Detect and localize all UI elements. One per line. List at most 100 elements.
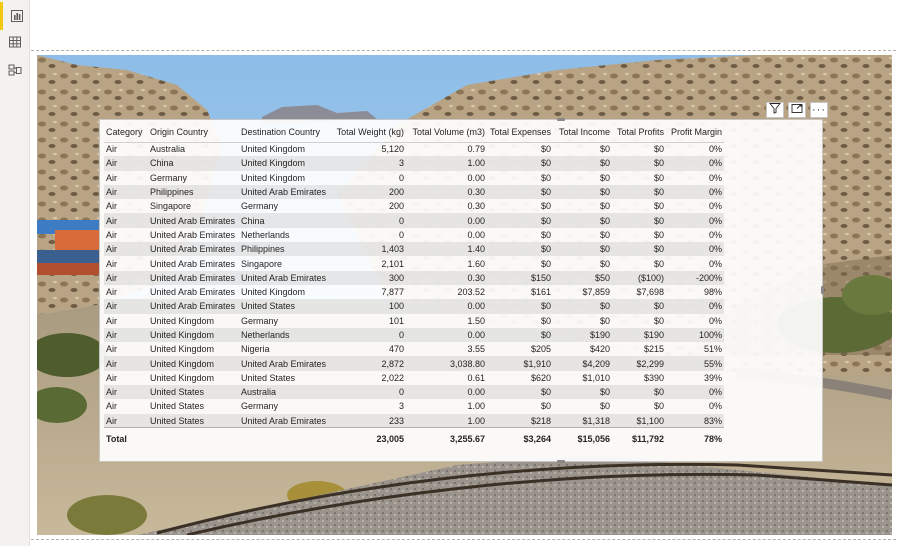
cell-total-income: $0: [599, 144, 610, 155]
cell-total-expenses: $0: [540, 172, 551, 183]
table-row[interactable]: Air United Arab Emirates Philippines 1,403 1…: [104, 242, 724, 257]
cell-total-weight: 200: [331, 184, 406, 200]
cell-total-volume: 0.00: [406, 385, 487, 400]
cell-category: Air: [106, 201, 117, 212]
cell-total-weight: 7,877: [381, 287, 404, 298]
cell-origin-country: United States: [150, 401, 205, 412]
table-row[interactable]: Air United Kingdom United States 2,022 0.61 $…: [104, 371, 724, 385]
table-row[interactable]: Air United Arab Emirates United States 100 0…: [104, 299, 724, 314]
cell-total-volume: 1.00: [467, 401, 485, 412]
table-row[interactable]: Air United Kingdom Germany 101 1.50 $0 $0 $0 0%: [104, 314, 724, 328]
cell-total-income: $50: [553, 270, 612, 285]
cell-total-profits: $0: [612, 184, 666, 200]
cell-total-weight: 0: [331, 385, 406, 400]
table-row[interactable]: Air United Arab Emirates United Kingdom 7,8…: [104, 285, 724, 299]
table-row[interactable]: Air United Arab Emirates United Arab Emira…: [104, 270, 724, 285]
table-row[interactable]: Air United States Germany 3 1.00 $0 $0 $0 0%: [104, 399, 724, 413]
cell-destination-country: Germany: [241, 401, 279, 412]
total-cell: [148, 427, 239, 450]
cell-total-volume: 3,038.80: [406, 356, 487, 371]
cell-total-weight: 1,403: [331, 242, 406, 257]
table-row[interactable]: Air Germany United Kingdom 0 0.00 $0 $0 $0 0%: [104, 171, 724, 185]
cell-profit-margin: 55%: [666, 356, 724, 371]
cell-origin-country: United Arab Emirates: [150, 258, 236, 269]
total-income: $15,056: [553, 427, 612, 450]
table-row[interactable]: Air United Arab Emirates Singapore 2,101 1.6…: [104, 256, 724, 270]
cell-category: Air: [104, 270, 148, 285]
cell-total-income: $1,318: [553, 413, 612, 428]
table-row[interactable]: Air Philippines United Arab Emirates 200 0.3…: [104, 184, 724, 200]
cell-origin-country: Australia: [150, 144, 186, 155]
cell-total-income: $0: [553, 184, 612, 200]
cell-destination-country: United Arab Emirates: [239, 270, 331, 285]
resize-handle-right[interactable]: [821, 286, 824, 294]
cell-total-income: $0: [599, 401, 610, 412]
cell-total-profits: ($100): [612, 270, 666, 285]
cell-total-weight: 0: [398, 172, 404, 183]
column-header-total-profits[interactable]: Total Profits: [612, 123, 666, 143]
cell-total-weight: 233: [331, 413, 406, 428]
table-visual[interactable]: Category Origin Country Destination Coun…: [99, 118, 824, 463]
cell-origin-country: Germany: [150, 172, 188, 183]
cell-destination-country: Germany: [241, 201, 279, 212]
cell-total-volume: 1.00: [406, 156, 487, 171]
cell-total-profits: $0: [653, 144, 664, 155]
filter-button[interactable]: [766, 102, 784, 118]
cell-total-expenses: $0: [487, 299, 553, 314]
table-total-row: Total 23,005 3,255.67 $3,264 $15,056 $11…: [104, 427, 724, 450]
cell-destination-country: United Kingdom: [241, 172, 306, 183]
cell-profit-margin: 0%: [708, 401, 722, 412]
cell-category: Air: [104, 184, 148, 200]
table-row[interactable]: Air Singapore Germany 200 0.30 $0 $0 $0 0%: [104, 199, 724, 213]
cell-category: Air: [104, 156, 148, 171]
cell-category: Air: [106, 344, 117, 355]
cell-total-volume: 203.52: [457, 287, 485, 298]
total-profit-margin: 78%: [666, 427, 724, 450]
column-header-profit-margin[interactable]: Profit Margin: [666, 123, 724, 143]
column-header-total-expenses[interactable]: Total Expenses: [487, 123, 553, 143]
cell-total-expenses: $0: [540, 258, 551, 269]
table-row[interactable]: Air United States United Arab Emirates 233 1…: [104, 413, 724, 428]
model-view-button[interactable]: [0, 56, 30, 84]
column-header-category[interactable]: Category: [104, 123, 148, 143]
column-header-destination-country[interactable]: Destination Country: [239, 123, 331, 143]
cell-total-profits: $215: [643, 344, 664, 355]
cell-destination-country: United States: [241, 372, 296, 383]
cell-total-expenses: $0: [540, 229, 551, 240]
report-view-button[interactable]: [0, 2, 30, 30]
table-row[interactable]: Air United Arab Emirates China 0 0.00 $0 $0 $0 0…: [104, 213, 724, 228]
cell-profit-margin: 0%: [708, 172, 722, 183]
column-header-total-income[interactable]: Total Income: [553, 123, 612, 143]
resize-handle-top[interactable]: [557, 118, 565, 121]
table-row[interactable]: Air Australia United Kingdom 5,120 0.79 $0 $0 $…: [104, 142, 724, 156]
cell-total-expenses: $0: [487, 327, 553, 343]
cell-destination-country: Germany: [241, 315, 279, 326]
cell-profit-margin: 0%: [708, 144, 722, 155]
cell-total-profits: $0: [653, 315, 664, 326]
more-options-button[interactable]: ···: [810, 102, 828, 118]
table-row[interactable]: Air United Arab Emirates Netherlands 0 0.00 $…: [104, 228, 724, 242]
column-header-origin-country[interactable]: Origin Country: [148, 123, 239, 143]
data-view-button[interactable]: [0, 28, 30, 56]
cell-total-expenses: $0: [487, 385, 553, 400]
cell-category: Air: [106, 229, 117, 240]
column-header-total-volume[interactable]: Total Volume (m3): [406, 123, 487, 143]
resize-handle-bottom[interactable]: [557, 460, 565, 463]
table-row[interactable]: Air United Kingdom Netherlands 0 0.00 $0 $190 $…: [104, 327, 724, 343]
cell-total-weight: 2,101: [381, 258, 404, 269]
focus-mode-button[interactable]: [788, 102, 806, 118]
table-row[interactable]: Air United Kingdom United Arab Emirates 2,8…: [104, 356, 724, 371]
cell-category: Air: [106, 258, 117, 269]
cell-total-profits: $2,299: [612, 356, 666, 371]
cell-total-weight: 101: [388, 315, 404, 326]
cell-total-expenses: $161: [530, 287, 551, 298]
cell-category: Air: [104, 385, 148, 400]
cell-total-weight: 0: [398, 229, 404, 240]
table-row[interactable]: Air United States Australia 0 0.00 $0 $0 $0 0%: [104, 385, 724, 400]
column-header-total-weight[interactable]: Total Weight (kg): [331, 123, 406, 143]
cell-total-volume: 3.55: [467, 344, 485, 355]
cell-destination-country: United Kingdom: [239, 156, 331, 171]
table-row[interactable]: Air United Kingdom Nigeria 470 3.55 $205 $420 $…: [104, 342, 724, 356]
table-row[interactable]: Air China United Kingdom 3 1.00 $0 $0 $0 0%: [104, 156, 724, 171]
cell-total-expenses: $620: [530, 372, 551, 383]
